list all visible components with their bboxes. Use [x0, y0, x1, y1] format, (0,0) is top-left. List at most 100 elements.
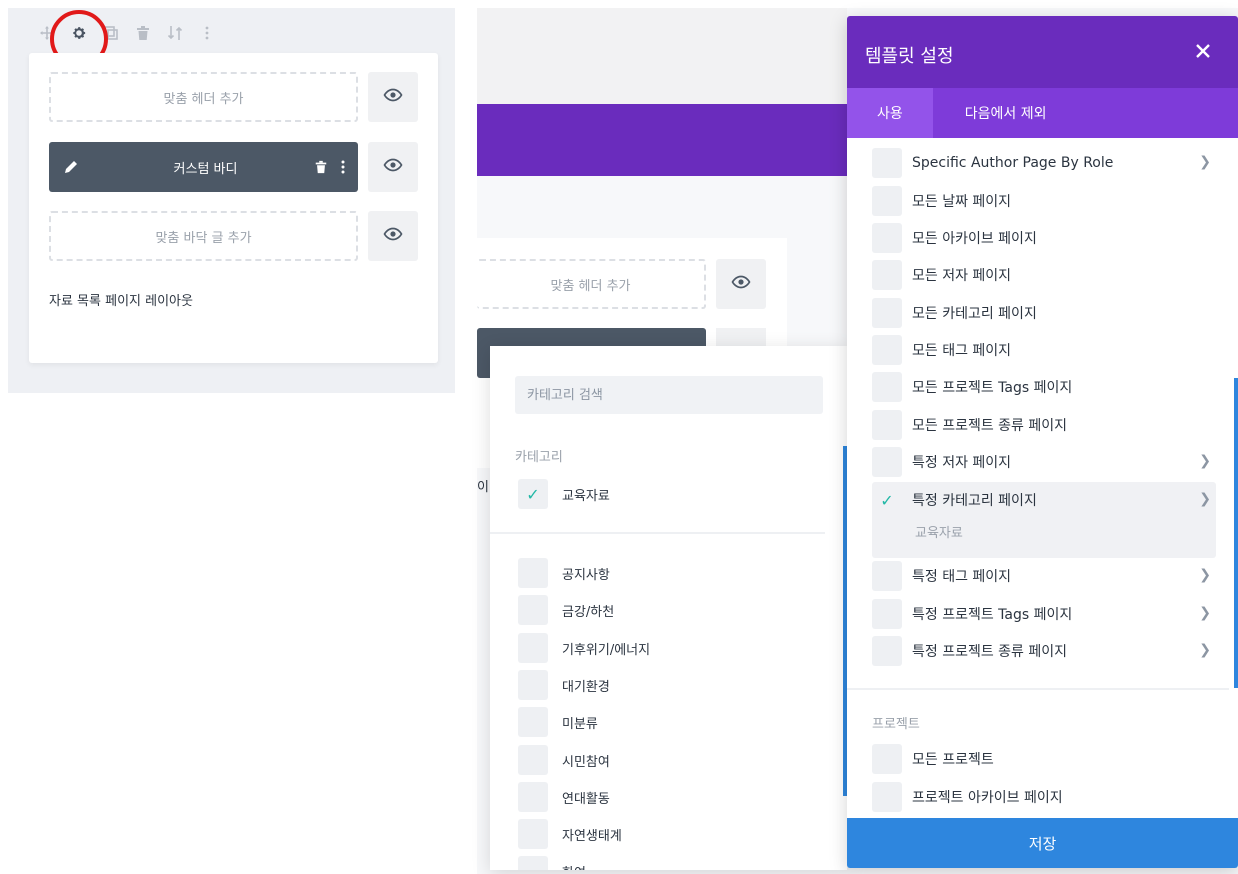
template-option-label: 모든 카테고리 페이지 — [912, 306, 1037, 322]
template-option[interactable]: 특정 저자 페이지 ❯ — [872, 444, 1217, 480]
category-option[interactable]: 대기환경 — [518, 670, 610, 700]
custom-body-slot[interactable]: 커스텀 바디 — [49, 142, 358, 192]
checkbox[interactable] — [872, 223, 902, 253]
builder-layout-panel: 맞춤 헤더 추가 커스텀 바디 맞춤 바닥 글 추가 자료 목록 페이지 레이아… — [8, 8, 455, 393]
category-option[interactable]: 미분류 — [518, 707, 598, 737]
trash-icon[interactable] — [314, 160, 328, 174]
checkbox[interactable]: ✓ — [872, 485, 902, 515]
scrollbar[interactable] — [1234, 378, 1238, 688]
add-custom-header-button[interactable]: 맞춤 헤더 추가 — [49, 72, 358, 122]
add-custom-header-label: 맞춤 헤더 추가 — [163, 91, 244, 107]
pencil-icon[interactable] — [63, 159, 83, 175]
chevron-right-icon[interactable]: ❯ — [1199, 491, 1211, 507]
checkbox[interactable] — [872, 298, 902, 328]
checkbox[interactable] — [872, 636, 902, 666]
sort-icon[interactable] — [166, 24, 184, 42]
checkbox[interactable] — [518, 707, 548, 737]
category-option-selected[interactable]: ✓ 교육자료 — [518, 479, 610, 509]
template-option[interactable]: Specific Author Page By Role ❯ — [872, 145, 1217, 181]
body-visibility-button[interactable] — [368, 142, 418, 192]
template-option-label: 모든 저자 페이지 — [912, 268, 1012, 284]
tab-exclude-from[interactable]: 다음에서 제외 — [933, 88, 1079, 138]
category-option[interactable]: 기후위기/에너지 — [518, 633, 650, 663]
checkbox[interactable]: ✓ — [518, 479, 548, 509]
checkbox[interactable] — [872, 782, 902, 812]
template-option[interactable]: 모든 프로젝트 Tags 페이지 — [872, 369, 1217, 405]
checkbox[interactable] — [518, 856, 548, 870]
eye-icon — [383, 155, 403, 179]
checkbox[interactable] — [872, 186, 902, 216]
category-option[interactable]: 금강/하천 — [518, 595, 614, 625]
template-option[interactable]: 특정 태그 페이지 ❯ — [872, 558, 1217, 594]
header-visibility-button-bg[interactable] — [716, 259, 766, 309]
template-option[interactable]: 프로젝트 아카이브 페이지 — [872, 779, 1217, 815]
header-visibility-button[interactable] — [368, 72, 418, 122]
checkbox[interactable] — [872, 260, 902, 290]
eye-icon — [383, 224, 403, 248]
body-slot-row: 커스텀 바디 — [49, 142, 419, 192]
checkbox[interactable] — [518, 745, 548, 775]
template-option-label: 모든 프로젝트 종류 페이지 — [912, 418, 1068, 434]
more-vertical-icon[interactable] — [198, 24, 216, 42]
checkbox[interactable] — [518, 670, 548, 700]
check-icon: ✓ — [526, 484, 540, 504]
template-option-selected[interactable]: ✓ 특정 카테고리 페이지 ❯ — [872, 482, 1217, 518]
checkbox[interactable] — [872, 447, 902, 477]
tab-use-on[interactable]: 사용 — [847, 88, 933, 138]
add-custom-header-label: 맞춤 헤더 추가 — [550, 278, 631, 294]
trash-icon[interactable] — [134, 24, 152, 42]
chevron-right-icon[interactable]: ❯ — [1199, 605, 1211, 621]
chevron-right-icon[interactable]: ❯ — [1199, 154, 1211, 170]
checkbox[interactable] — [518, 558, 548, 588]
checkbox[interactable] — [872, 148, 902, 178]
chevron-right-icon[interactable]: ❯ — [1199, 567, 1211, 583]
category-option-label: 공지사항 — [562, 567, 610, 583]
template-option-label: Specific Author Page By Role — [912, 155, 1114, 171]
check-icon: ✓ — [880, 490, 894, 510]
page-header-bar — [477, 104, 847, 176]
template-option[interactable]: 모든 아카이브 페이지 — [872, 220, 1217, 256]
checkbox[interactable] — [518, 595, 548, 625]
checkbox[interactable] — [872, 744, 902, 774]
category-option[interactable]: 한여 — [518, 856, 586, 870]
save-button[interactable]: 저장 — [847, 818, 1238, 868]
template-option-label: 모든 프로젝트 — [912, 752, 994, 768]
checkbox[interactable] — [872, 599, 902, 629]
category-option[interactable]: 공지사항 — [518, 558, 610, 588]
checkbox[interactable] — [872, 561, 902, 591]
category-option[interactable]: 시민참여 — [518, 745, 610, 775]
divider — [490, 532, 825, 534]
checkbox[interactable] — [518, 782, 548, 812]
checkbox[interactable] — [518, 819, 548, 849]
template-option[interactable]: 특정 프로젝트 Tags 페이지 ❯ — [872, 596, 1217, 632]
more-vertical-icon[interactable] — [340, 159, 346, 175]
category-option-label: 한여 — [562, 862, 586, 871]
add-custom-footer-button[interactable]: 맞춤 바닥 글 추가 — [49, 211, 358, 261]
close-icon[interactable] — [1190, 38, 1216, 64]
category-option-label: 미분류 — [562, 716, 598, 732]
template-option[interactable]: 모든 프로젝트 — [872, 741, 1217, 777]
category-option[interactable]: 연대활동 — [518, 782, 610, 812]
footer-visibility-button[interactable] — [368, 211, 418, 261]
add-custom-header-button-bg[interactable]: 맞춤 헤더 추가 — [477, 259, 706, 309]
template-option[interactable]: 모든 카테고리 페이지 — [872, 295, 1217, 331]
checkbox[interactable] — [872, 410, 902, 440]
template-settings-modal: 템플릿 설정 사용 다음에서 제외 Specific Author Page B… — [847, 16, 1238, 868]
body-visibility-button-bg — [716, 328, 766, 348]
checkbox[interactable] — [872, 335, 902, 365]
chevron-right-icon[interactable]: ❯ — [1199, 453, 1211, 469]
category-option[interactable]: 자연생태계 — [518, 819, 622, 849]
divider — [847, 688, 1229, 690]
category-option-label: 자연생태계 — [562, 828, 622, 844]
checkbox[interactable] — [518, 633, 548, 663]
modal-title: 템플릿 설정 — [865, 46, 954, 67]
template-option[interactable]: 모든 날짜 페이지 — [872, 183, 1217, 219]
template-option[interactable]: 모든 태그 페이지 — [872, 332, 1217, 368]
template-option-label: 프로젝트 아카이브 페이지 — [912, 790, 1063, 806]
template-option[interactable]: 모든 프로젝트 종류 페이지 — [872, 407, 1217, 443]
template-option[interactable]: 특정 프로젝트 종류 페이지 ❯ — [872, 633, 1217, 669]
chevron-right-icon[interactable]: ❯ — [1199, 642, 1211, 658]
category-search-input[interactable] — [515, 376, 823, 414]
checkbox[interactable] — [872, 372, 902, 402]
template-option[interactable]: 모든 저자 페이지 — [872, 257, 1217, 293]
